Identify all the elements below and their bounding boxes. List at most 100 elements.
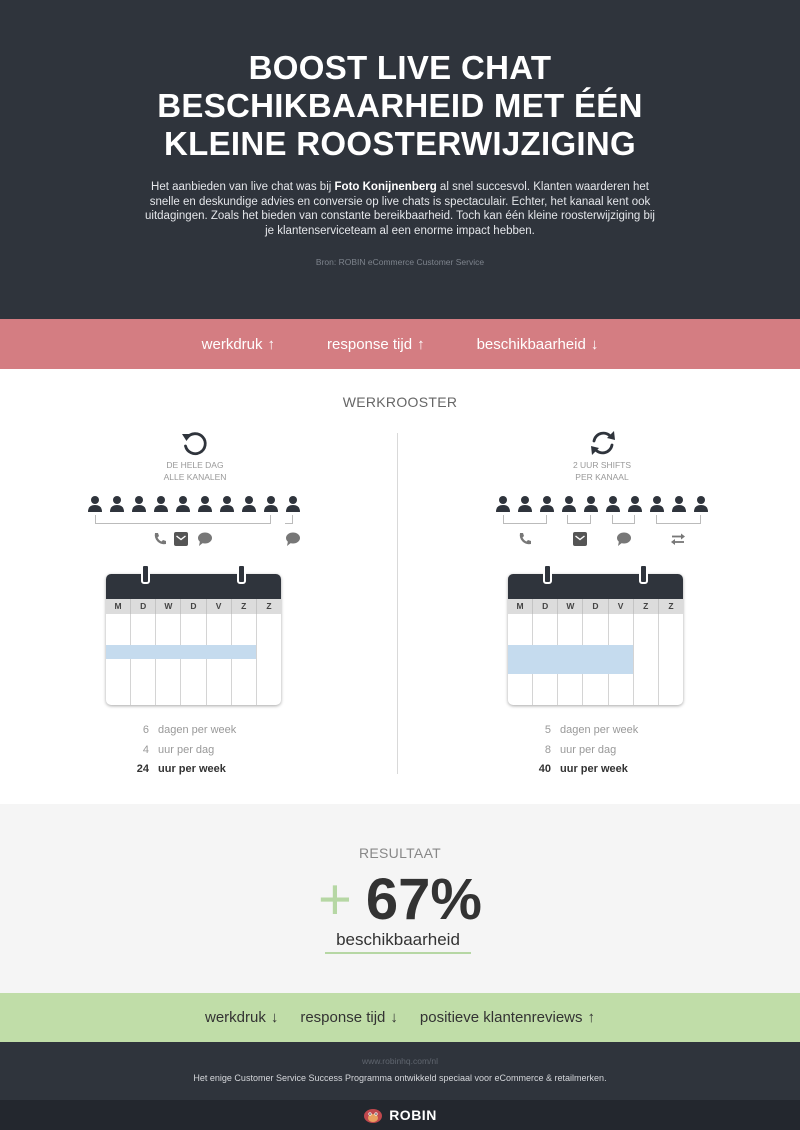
person-icon [539, 495, 555, 513]
metric-werkdruk: werkdruk ↓ [205, 1009, 278, 1026]
stat-row-total: 40 uur per week [520, 760, 720, 780]
metric-werkdruk: werkdruk ↑ [202, 336, 275, 353]
refresh-icon [182, 432, 207, 456]
shift-band [508, 645, 633, 674]
metric-response-tijd: response tijd ↓ [300, 1009, 398, 1026]
calendar: M D W D V Z Z [508, 574, 683, 705]
stat-number: 24 [136, 763, 149, 775]
footer-link[interactable]: www.robinhq.com/nl [0, 1056, 800, 1066]
result-percentage: 67% [365, 867, 482, 932]
person-icon [671, 495, 687, 513]
schedule-label: DE HELE DAG ALLE KANALEN [115, 459, 275, 483]
chat-icon [617, 532, 631, 546]
arrow-up-icon: ↑ [267, 335, 276, 353]
person-icon [241, 495, 257, 513]
label-line: ALLE KANALEN [163, 472, 227, 482]
day-label: Z [668, 601, 674, 611]
calendar-grid [106, 614, 281, 705]
group-bracket [567, 515, 591, 524]
stat-number: 5 [544, 724, 551, 736]
label-line: PER KANAAL [575, 472, 629, 482]
transfer-icon [671, 533, 685, 545]
result-section: RESULTAAT +67% beschikbaarheid [0, 804, 800, 993]
person-icon [517, 495, 533, 513]
person-icon [263, 495, 279, 513]
stat-number: 6 [142, 724, 149, 736]
page-title: BOOST LIVE CHAT BESCHIKBAARHEID MET ÉÉN … [0, 49, 800, 163]
shift-band [106, 645, 256, 659]
group-bracket [656, 515, 701, 524]
footer-tagline: Het enige Customer Service Success Progr… [193, 1073, 607, 1083]
person-icon [153, 495, 169, 513]
calendar-ring [543, 564, 552, 584]
chat-icon [286, 532, 300, 546]
chat-icon [198, 532, 212, 546]
arrow-up-icon: ↑ [587, 1009, 596, 1026]
group-bracket [612, 515, 635, 524]
metric-klantenreviews: positieve klantenreviews ↑ [420, 1009, 595, 1026]
brand-bar: ROBIN [0, 1100, 800, 1130]
person-icon [131, 495, 147, 513]
agents-row [495, 495, 715, 517]
sync-icon [591, 431, 615, 455]
person-icon [285, 495, 301, 513]
person-icon [175, 495, 191, 513]
metric-label: positieve klantenreviews [419, 1009, 583, 1026]
stat-text: uur per week [158, 763, 226, 775]
calendar-days: M D W D V Z Z [106, 599, 281, 614]
stat-row: 5 dagen per week [520, 721, 720, 741]
phone-icon [154, 533, 166, 545]
mail-icon [573, 532, 587, 546]
day-label: D [583, 599, 609, 614]
stat-number: 8 [544, 743, 551, 756]
arrow-down-icon: ↓ [390, 1009, 398, 1026]
stat-text: dagen per week [158, 724, 237, 736]
person-icon [627, 495, 643, 513]
label-line: DE HELE DAG [166, 460, 224, 470]
metric-label: response tijd [327, 335, 413, 353]
schedule-right: 2 UUR SHIFTS PER KANAAL M D W D V Z Z 5 … [400, 369, 800, 804]
stat-text: uur per dag [560, 743, 617, 756]
day-label: M [106, 599, 132, 614]
bottom-metrics-bar: werkdruk ↓ response tijd ↓ positieve klant… [0, 993, 800, 1042]
calendar-ring [237, 564, 246, 584]
intro-part: Het aanbieden van live chat was bij [151, 181, 335, 193]
person-icon [197, 495, 213, 513]
day-label: D [533, 599, 559, 614]
schedule-left: DE HELE DAG ALLE KANALEN M D W D V Z Z 6… [0, 369, 400, 804]
group-bracket [285, 515, 293, 524]
person-icon [561, 495, 577, 513]
group-bracket [503, 515, 547, 524]
arrow-down-icon: ↓ [270, 1009, 279, 1026]
day-label: W [156, 599, 182, 614]
metric-label: werkdruk [204, 1009, 266, 1026]
calendar-ring [141, 564, 150, 584]
label-line: 2 UUR SHIFTS [572, 460, 632, 470]
calendar-days: M D W D V Z Z [508, 599, 683, 614]
stat-number: 4 [142, 743, 149, 756]
brand-name: ROBIN [389, 1107, 437, 1123]
arrow-down-icon: ↓ [590, 335, 599, 353]
title-line: KLEINE ROOSTERWIJZIGING [164, 125, 636, 162]
stat-text: uur per week [560, 763, 628, 775]
day-label: V [609, 599, 634, 614]
person-icon [87, 495, 103, 513]
title-line: BOOST LIVE CHAT [248, 49, 552, 86]
result-subject: beschikbaarheid [325, 930, 471, 954]
day-label: Z [266, 601, 272, 611]
person-icon [109, 495, 125, 513]
stat-row: 8 uur per dag [520, 741, 720, 761]
metric-response-tijd: response tijd ↑ [327, 336, 425, 353]
header: BOOST LIVE CHAT BESCHIKBAARHEID MET ÉÉN … [0, 0, 800, 319]
person-icon [605, 495, 621, 513]
person-icon [583, 495, 599, 513]
result-label: RESULTAAT [358, 845, 442, 861]
calendar-ring [639, 564, 648, 584]
result-value: +67% [0, 866, 800, 933]
metric-label: beschikbaarheid [476, 335, 586, 353]
group-bracket [95, 515, 271, 524]
robin-logo-icon [364, 1109, 383, 1123]
person-icon [693, 495, 709, 513]
top-metrics-bar: werkdruk ↑ response tijd ↑ beschikbaarheid… [0, 319, 800, 369]
source-text: Bron: ROBIN eCommerce Customer Service [315, 257, 485, 267]
